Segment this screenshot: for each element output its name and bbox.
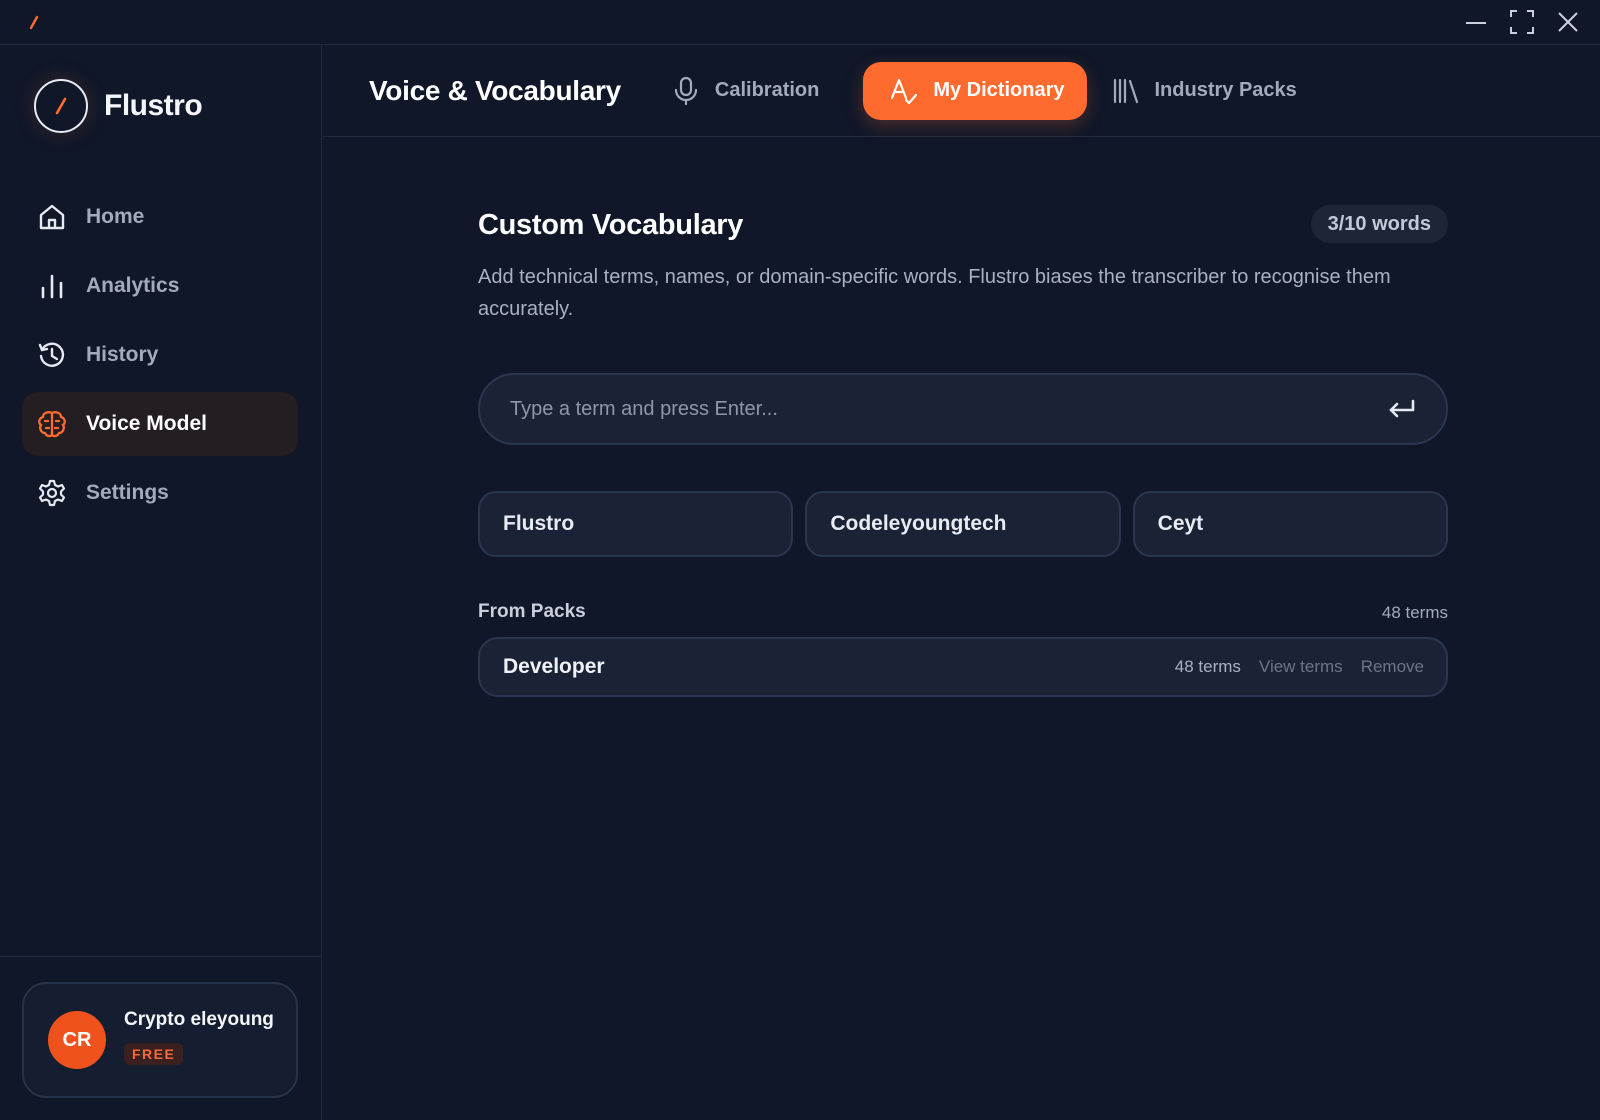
main-content: Custom Vocabulary 3/10 words Add technic… (478, 137, 1448, 697)
sidebar: Flustro Home Analytics History Voice Mod… (0, 45, 322, 1120)
view-terms-link[interactable]: View terms (1259, 657, 1343, 677)
user-name: Crypto eleyoung (124, 1009, 274, 1030)
user-card[interactable]: CR Crypto eleyoung FREE (22, 982, 298, 1098)
tab-industry-packs[interactable]: Industry Packs (1111, 62, 1317, 120)
sidebar-item-analytics[interactable]: Analytics (22, 254, 298, 318)
tab-label: Industry Packs (1154, 79, 1297, 101)
term-chip[interactable]: Codeleyoungtech (805, 491, 1121, 557)
tab-label: Calibration (714, 79, 820, 101)
from-packs-title: From Packs (478, 601, 586, 622)
brand[interactable]: Flustro (34, 79, 203, 133)
tab-bar: Calibration My Dictionary Industry Packs (671, 61, 1317, 120)
sidebar-item-settings[interactable]: Settings (22, 461, 298, 525)
term-chip[interactable]: Flustro (478, 491, 794, 557)
maximize-icon[interactable] (1508, 8, 1536, 36)
sidebar-item-home[interactable]: Home (22, 185, 298, 249)
gear-icon (36, 477, 68, 509)
close-icon[interactable] (1554, 8, 1582, 36)
spellcheck-icon (889, 76, 919, 106)
pack-row: Developer 48 terms View terms Remove (478, 637, 1448, 697)
microphone-icon (671, 76, 701, 106)
home-icon (36, 201, 68, 233)
tab-my-dictionary[interactable]: My Dictionary (863, 61, 1087, 120)
word-count-badge: 3/10 words (1310, 205, 1448, 243)
term-input-container (478, 373, 1448, 445)
sidebar-item-history[interactable]: History (22, 323, 298, 387)
section-header: Custom Vocabulary 3/10 words (478, 205, 1448, 249)
sidebar-item-label: Voice Model (86, 412, 207, 435)
app-logo-icon (26, 14, 42, 30)
pack-name: Developer (503, 655, 605, 678)
enter-icon[interactable] (1386, 394, 1416, 424)
sidebar-item-label: Home (86, 205, 145, 228)
page-title: Voice & Vocabulary (369, 74, 621, 106)
sidebar-item-label: History (86, 343, 159, 366)
brand-name: Flustro (104, 89, 203, 122)
history-icon (36, 339, 68, 371)
remove-pack-link[interactable]: Remove (1361, 657, 1424, 677)
avatar: CR (48, 1011, 106, 1069)
section-title: Custom Vocabulary (478, 209, 744, 241)
term-input[interactable] (510, 397, 1386, 421)
minimize-icon[interactable] (1462, 8, 1490, 36)
tab-calibration[interactable]: Calibration (671, 62, 839, 120)
sidebar-nav: Home Analytics History Voice Model Setti… (22, 185, 298, 530)
brain-icon (36, 408, 68, 440)
sidebar-divider (0, 956, 322, 957)
from-packs-count: 48 terms (1381, 603, 1448, 622)
sidebar-item-label: Analytics (86, 274, 180, 297)
user-meta: Crypto eleyoung FREE (124, 1009, 274, 1065)
term-chips: Flustro Codeleyoungtech Ceyt (478, 491, 1448, 557)
sidebar-item-voice-model[interactable]: Voice Model (22, 392, 298, 456)
brand-logo-icon (34, 79, 88, 133)
from-packs-header: From Packs 48 terms (478, 601, 1448, 629)
section-description: Add technical terms, names, or domain-sp… (478, 266, 1391, 320)
title-bar (0, 0, 1600, 45)
plan-badge: FREE (124, 1043, 184, 1065)
library-icon (1111, 76, 1141, 106)
header: Voice & Vocabulary Calibration My Dictio… (323, 45, 1600, 137)
window-controls (1462, 8, 1582, 36)
tab-label: My Dictionary (933, 79, 1065, 101)
app-window: Flustro Home Analytics History Voice Mod… (0, 0, 1600, 1120)
bar-chart-icon (36, 270, 68, 302)
term-chip[interactable]: Ceyt (1132, 491, 1448, 557)
sidebar-item-label: Settings (86, 481, 169, 504)
pack-term-count: 48 terms (1174, 657, 1241, 676)
